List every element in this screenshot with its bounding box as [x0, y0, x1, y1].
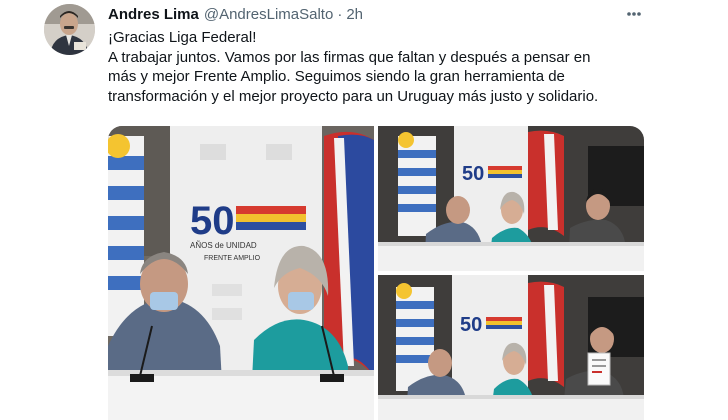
author-display-name[interactable]: Andres Lima: [108, 6, 199, 23]
svg-text:50: 50: [460, 314, 482, 336]
tweet-media-grid: 50 AÑOS de UNIDAD FRENTE AMPLIO 50 50: [108, 126, 644, 420]
tweet-text-line: ¡Gracias Liga Federal!: [108, 29, 257, 46]
tweet-timestamp[interactable]: 2h: [346, 6, 363, 23]
avatar-photo: [44, 4, 95, 55]
press-conference-photo: 50 AÑOS de UNIDAD FRENTE AMPLIO: [108, 126, 374, 420]
panel-photo-document: 50: [378, 275, 644, 420]
tweet-text-line: A trabajar juntos. Vamos por las firmas …: [108, 48, 591, 66]
banner-line2: FRENTE AMPLIO: [204, 255, 261, 262]
tweet-text-line: transformación y el mejor proyecto para …: [108, 87, 599, 105]
author-handle[interactable]: @AndresLimaSalto: [204, 6, 333, 23]
media-photo-bottom-right[interactable]: 50: [378, 275, 644, 420]
media-photo-top-right[interactable]: 50: [378, 126, 644, 271]
more-button[interactable]: [619, 2, 649, 26]
tweet[interactable]: Andres Lima @AndresLimaSalto · 2h ¡Graci…: [0, 0, 728, 420]
tweet-text-line: más y mejor Frente Amplio. Seguimos sien…: [108, 68, 565, 86]
tweet-header: Andres Lima @AndresLimaSalto · 2h: [108, 6, 363, 26]
media-photo-main[interactable]: 50 AÑOS de UNIDAD FRENTE AMPLIO: [108, 126, 374, 420]
more-horizontal-icon: [627, 12, 641, 16]
banner-line1: AÑOS de UNIDAD: [190, 241, 257, 250]
svg-text:50: 50: [462, 163, 484, 185]
banner-number: 50: [190, 199, 235, 243]
tweet-text: ¡Gracias Liga Federal! A trabajar juntos…: [108, 28, 648, 106]
panel-photo-three-people: 50: [378, 126, 644, 271]
header-separator: ·: [337, 6, 343, 23]
avatar[interactable]: [44, 4, 95, 55]
